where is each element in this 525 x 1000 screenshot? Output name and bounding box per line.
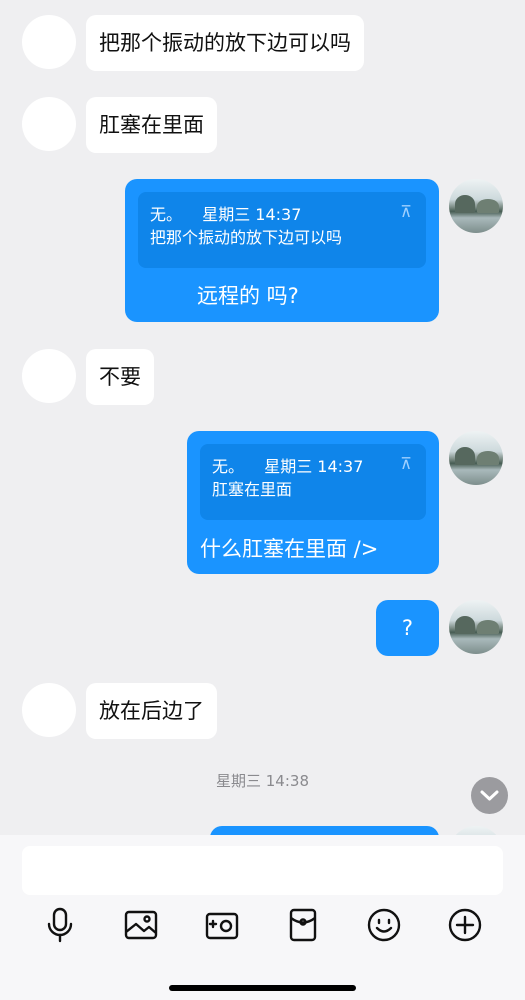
message-bubble-outgoing[interactable]: ? [376, 600, 439, 656]
contact-avatar[interactable] [22, 15, 76, 69]
input-bar [0, 835, 525, 1000]
quoted-message-header: 无。 星期三 14:37 [150, 204, 414, 226]
my-avatar[interactable] [449, 431, 503, 485]
quoted-message[interactable]: 无。 星期三 14:37 把那个振动的放下边可以吗 ⊼ [138, 192, 426, 268]
my-avatar[interactable] [449, 600, 503, 654]
message-bubble-outgoing-partial[interactable] [210, 826, 439, 835]
message-text: 放在后边了 [99, 699, 204, 723]
home-indicator[interactable] [169, 985, 356, 991]
time-divider: 星期三 14:38 [216, 772, 309, 790]
message-text: 肛塞在里面 [99, 113, 204, 137]
message-bubble-incoming[interactable]: 放在后边了 [86, 683, 217, 739]
quoted-text: 肛塞在里面 [212, 480, 293, 499]
message-text: ? [401, 616, 414, 640]
quoted-sender: 无。 [150, 205, 183, 224]
message-text: 什么肛塞在里面 /> [200, 537, 379, 561]
image-icon[interactable] [121, 905, 161, 945]
message-input[interactable] [22, 846, 503, 895]
microphone-icon[interactable] [40, 905, 80, 945]
quoted-text: 把那个振动的放下边可以吗 [150, 228, 343, 247]
plus-icon[interactable] [445, 905, 485, 945]
quoted-time: 星期三 14:37 [202, 205, 302, 224]
my-avatar[interactable] [449, 179, 503, 233]
contact-avatar[interactable] [22, 97, 76, 151]
red-packet-icon[interactable] [283, 905, 323, 945]
message-text: 远程的 吗? [197, 284, 299, 308]
quoted-time: 星期三 14:37 [264, 457, 364, 476]
camera-icon[interactable] [202, 905, 242, 945]
chevron-down-icon [480, 790, 499, 801]
message-bubble-incoming[interactable]: 不要 [86, 349, 154, 405]
quoted-sender: 无。 [212, 457, 245, 476]
message-bubble-incoming[interactable]: 肛塞在里面 [86, 97, 217, 153]
jump-to-quote-icon[interactable]: ⊼ [400, 202, 412, 221]
contact-avatar[interactable] [22, 683, 76, 737]
message-bubble-outgoing[interactable]: 无。 星期三 14:37 肛塞在里面 ⊼ 什么肛塞在里面 /> [187, 431, 439, 574]
quoted-message[interactable]: 无。 星期三 14:37 肛塞在里面 ⊼ [200, 444, 426, 520]
message-bubble-incoming[interactable]: 把那个振动的放下边可以吗 [86, 15, 364, 71]
scroll-to-bottom-button[interactable] [471, 777, 508, 814]
emoji-icon[interactable] [364, 905, 404, 945]
my-avatar[interactable] [449, 826, 503, 835]
message-text: 把那个振动的放下边可以吗 [99, 31, 351, 55]
chat-area[interactable]: 把那个振动的放下边可以吗 肛塞在里面 无。 星期三 14:37 把那个振动的放下… [0, 0, 525, 835]
message-bubble-outgoing[interactable]: 无。 星期三 14:37 把那个振动的放下边可以吗 ⊼ 远程的 吗? [125, 179, 439, 322]
quoted-message-header: 无。 星期三 14:37 [212, 456, 414, 478]
message-text: 不要 [99, 365, 141, 389]
jump-to-quote-icon[interactable]: ⊼ [400, 454, 412, 473]
contact-avatar[interactable] [22, 349, 76, 403]
